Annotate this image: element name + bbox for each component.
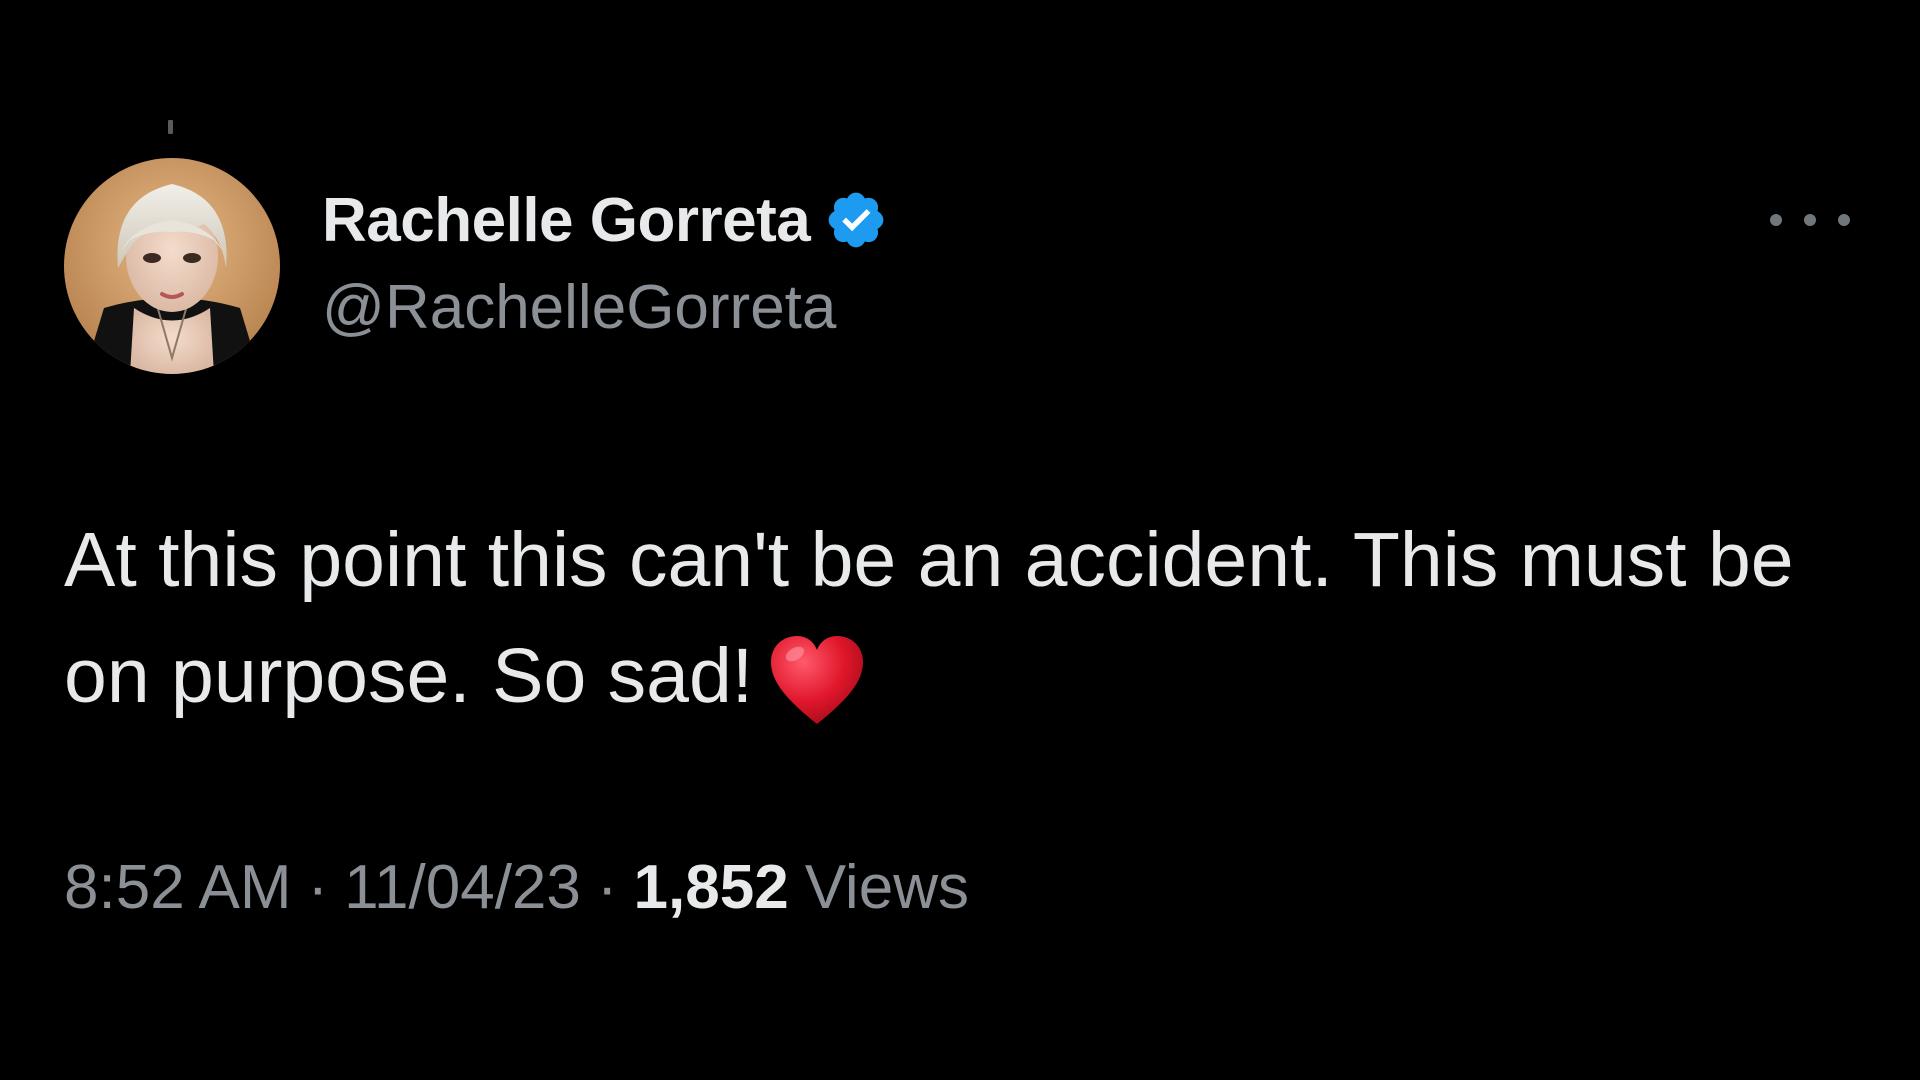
heart-emoji-icon (767, 632, 867, 728)
author-display-name[interactable]: Rachelle Gorreta (322, 185, 811, 256)
tweet-date[interactable]: 11/04/23 (344, 852, 581, 923)
thread-connector-line (168, 120, 173, 134)
verified-badge-icon (824, 188, 888, 252)
views-count[interactable]: 1,852 (634, 852, 789, 923)
more-horizontal-icon (1770, 214, 1782, 226)
profile-photo-icon (64, 158, 280, 374)
author-name-row[interactable]: Rachelle Gorreta (322, 180, 888, 260)
tweet-meta: 8:52 AM · 11/04/23 · 1,852 Views (64, 852, 969, 923)
more-dot (1804, 214, 1816, 226)
tweet-text: At this point this can't be an accident.… (64, 517, 1794, 719)
avatar[interactable] (64, 158, 280, 374)
tweet-text-container: At this point this can't be an accident.… (64, 502, 1864, 734)
tweet-time[interactable]: 8:52 AM (64, 852, 291, 923)
more-options-button[interactable] (1770, 200, 1850, 240)
more-dot (1838, 214, 1850, 226)
author-handle[interactable]: @RachelleGorreta (322, 272, 836, 343)
meta-separator: · (596, 853, 618, 922)
views-label[interactable]: Views (805, 852, 969, 923)
meta-separator: · (307, 853, 329, 922)
